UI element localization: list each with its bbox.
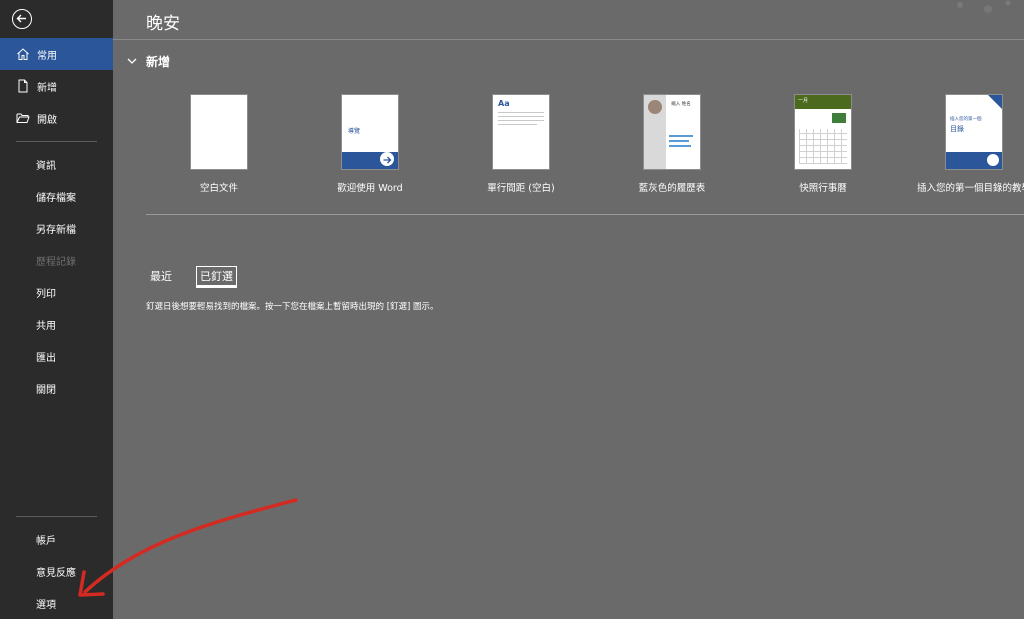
template-name: 空白文件 (199, 183, 238, 194)
thumb-line (669, 140, 689, 142)
tab-pinned[interactable]: 已釘選 (196, 266, 237, 288)
chevron-down-icon (127, 58, 137, 64)
thumb-line (498, 116, 544, 117)
sidebar-divider (16, 141, 97, 142)
page-title: 晚安 (146, 14, 180, 34)
nav-bottom-group: 帳戶 意見反應 選項 (0, 523, 113, 619)
circle-icon (987, 154, 999, 166)
thumb-text: 導覽 (348, 128, 361, 135)
title-divider (113, 39, 1024, 40)
sidebar-item-options[interactable]: 選項 (0, 587, 113, 619)
new-document-icon (16, 79, 30, 93)
calendar-grid (799, 129, 847, 164)
template-thumbnail: 一月 (795, 95, 851, 169)
thumb-line (498, 120, 544, 121)
nav-top-group: 常用 新增 開啟 (0, 38, 113, 134)
corner-ribbon (988, 95, 1002, 109)
avatar (648, 100, 662, 114)
sidebar-item-feedback[interactable]: 意見反應 (0, 555, 113, 587)
sidebar-item-export[interactable]: 匯出 (0, 340, 113, 372)
sidebar-item-label: 帳戶 (36, 535, 56, 547)
sidebar-item-close[interactable]: 關閉 (0, 372, 113, 404)
sidebar-item-info[interactable]: 資訊 (0, 148, 113, 180)
pinned-empty-hint: 釘選日後想要輕易找到的檔案。按一下您在檔案上暫留時出現的 [釘選] 圖示。 (146, 302, 439, 312)
template-snapshot-calendar[interactable]: 一月 快照行事曆 (763, 95, 883, 194)
file-list-tabs: 最近 已釘選 (146, 266, 257, 288)
sidebar-item-save[interactable]: 儲存檔案 (0, 180, 113, 212)
back-arrow-icon[interactable] (12, 9, 32, 29)
sidebar-item-label: 開啟 (37, 114, 57, 126)
template-blank-document[interactable]: 空白文件 (159, 95, 279, 194)
sidebar-divider (16, 516, 97, 517)
template-name: 插入您的第一個目錄的教學 (916, 183, 1024, 194)
sidebar-item-label: 新增 (37, 82, 57, 94)
sidebar-item-label: 選項 (36, 599, 56, 611)
sidebar-item-save-as[interactable]: 另存新檔 (0, 212, 113, 244)
nav-middle-group: 資訊 儲存檔案 另存新檔 歷程記錄 列印 共用 匯出 關閉 (0, 148, 113, 404)
sidebar-item-label: 匯出 (36, 352, 56, 364)
section-divider (146, 214, 1024, 215)
new-section-toggle[interactable]: 新增 (127, 53, 170, 70)
open-folder-icon (16, 111, 30, 125)
sidebar-item-label: 共用 (36, 320, 56, 332)
thumb-line (669, 135, 693, 137)
arrow-right-icon (380, 152, 394, 166)
template-thumbnail: 縮入 姓名 (644, 95, 700, 169)
template-thumbnail: Aa (493, 95, 549, 169)
thumb-text: 插入您的第一個 (950, 117, 982, 122)
thumb-text: 一月 (798, 98, 809, 104)
thumb-line (498, 124, 537, 125)
thumb-text: 目錄 (950, 125, 964, 133)
template-thumbnail (191, 95, 247, 169)
sidebar-item-label: 常用 (37, 50, 57, 62)
template-gallery: 空白文件 導覽 歡迎使用 Word Aa 單行間距 (空白) 縮入 姓名 藍灰色… (146, 95, 1024, 205)
sidebar-item-label: 意見反應 (36, 567, 76, 579)
template-blue-grey-resume[interactable]: 縮入 姓名 藍灰色的履歷表 (612, 95, 732, 194)
template-thumbnail: 導覽 (342, 95, 398, 169)
tab-recent[interactable]: 最近 (146, 268, 176, 286)
sidebar-item-new[interactable]: 新增 (0, 70, 113, 102)
sidebar-item-print[interactable]: 列印 (0, 276, 113, 308)
sidebar-item-open[interactable]: 開啟 (0, 102, 113, 134)
thumb-line (498, 112, 544, 113)
sidebar-item-label: 歷程記錄 (36, 256, 76, 268)
decorative-doodle-icon (957, 0, 1011, 13)
thumb-line (669, 145, 691, 147)
sidebar-item-label: 儲存檔案 (36, 192, 76, 204)
template-thumbnail: 插入您的第一個 目錄 (946, 95, 1002, 169)
template-welcome-to-word[interactable]: 導覽 歡迎使用 Word (310, 95, 430, 194)
template-name: 藍灰色的履歷表 (638, 183, 706, 194)
sidebar-item-home[interactable]: 常用 (0, 38, 113, 70)
template-toc-tutorial[interactable]: 插入您的第一個 目錄 插入您的第一個目錄的教學 (914, 95, 1024, 194)
thumb-photo (832, 113, 846, 123)
thumb-text: 縮入 姓名 (671, 102, 691, 107)
template-name: 歡迎使用 Word (337, 183, 403, 194)
sidebar-item-label: 列印 (36, 288, 56, 300)
sidebar-item-label: 關閉 (36, 384, 56, 396)
new-section-title: 新增 (146, 55, 171, 69)
home-icon (16, 47, 30, 61)
sidebar-item-label: 另存新檔 (36, 224, 76, 236)
sidebar-item-label: 資訊 (36, 160, 56, 172)
thumb-text: Aa (498, 99, 510, 108)
sidebar-item-history: 歷程記錄 (0, 244, 113, 276)
template-name: 單行間距 (空白) (487, 183, 555, 194)
sidebar-item-account[interactable]: 帳戶 (0, 523, 113, 555)
template-name: 快照行事曆 (799, 183, 847, 194)
backstage-sidebar: 常用 新增 開啟 資訊 儲存檔案 另存新檔 歷程記錄 列印 共用 匯出 關閉 帳… (0, 0, 113, 619)
sidebar-item-share[interactable]: 共用 (0, 308, 113, 340)
template-single-spaced[interactable]: Aa 單行間距 (空白) (461, 95, 581, 194)
